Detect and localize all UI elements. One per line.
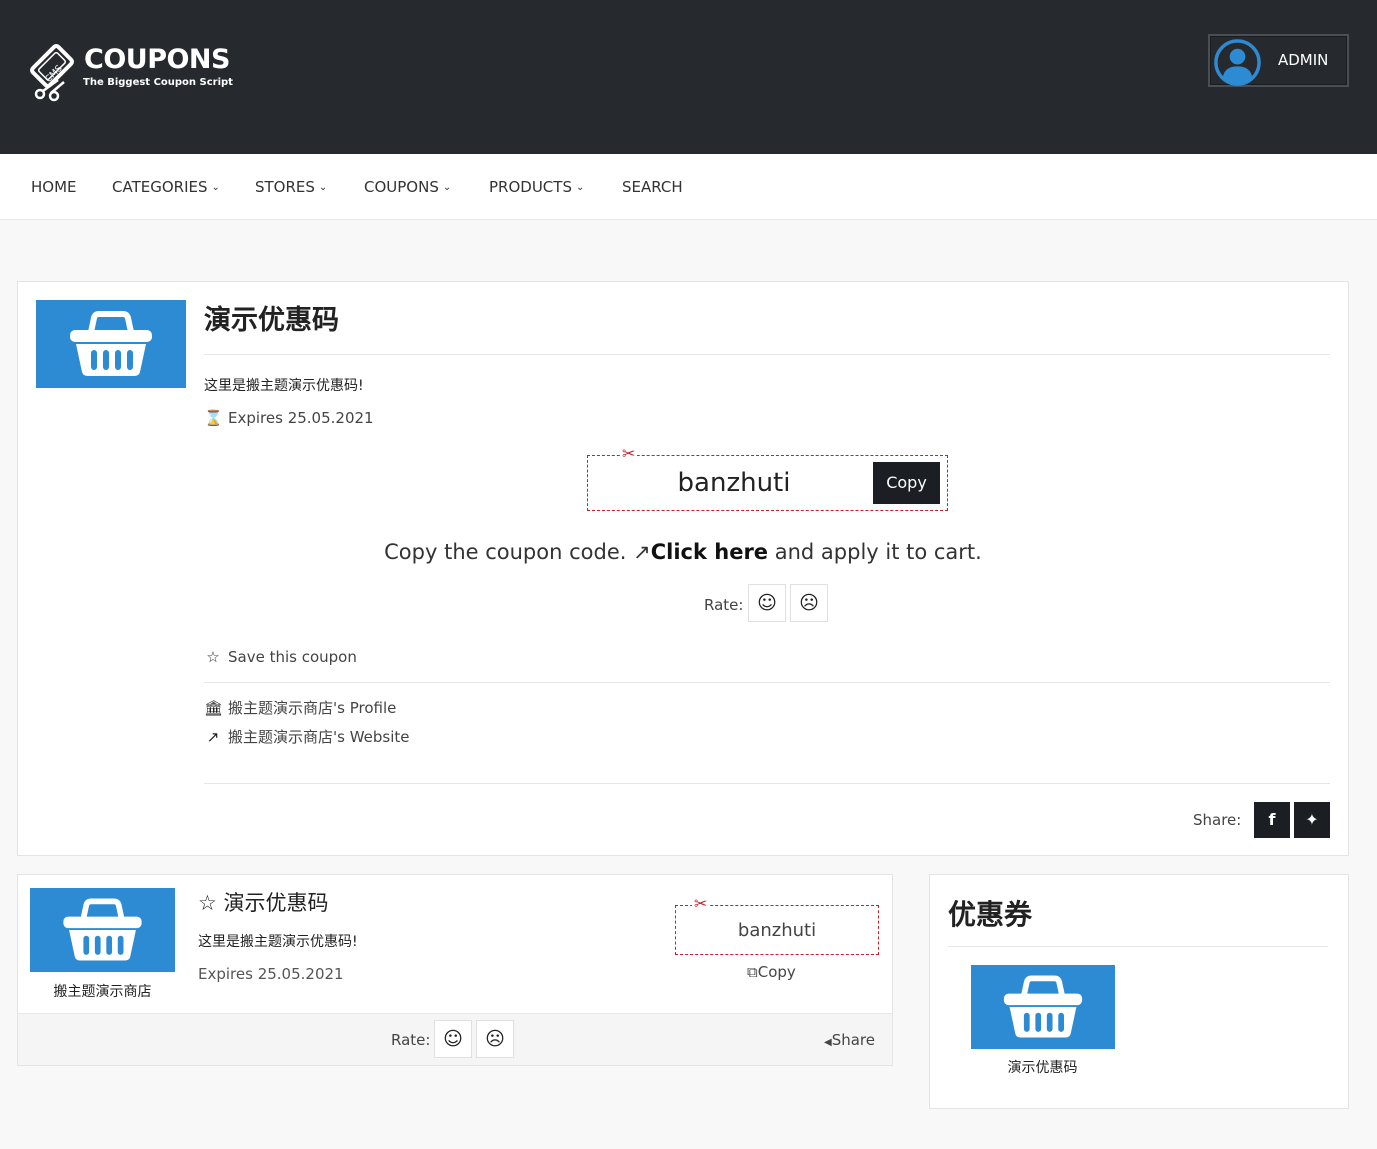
frown-icon: ☹ <box>799 592 819 614</box>
listing-description: 这里是搬主题演示优惠码! <box>198 934 358 950</box>
divider <box>204 354 1330 355</box>
star-outline-icon: ☆ <box>206 648 220 666</box>
twitter-icon: ✦ <box>1305 810 1319 829</box>
bank-icon: 🏛 <box>204 699 224 717</box>
nav-home[interactable]: HOME <box>31 178 77 196</box>
divider <box>204 682 1330 683</box>
store-profile-link[interactable]: 🏛 搬主题演示商店's Profile <box>204 697 396 718</box>
coupon-instruction: Copy the coupon code. ↗Click here and ap… <box>384 540 982 564</box>
listing-expiry: Expires 25.05.2021 <box>198 965 344 983</box>
admin-label: ADMIN <box>1278 51 1329 69</box>
coupon-detail-card: 演示优惠码 这里是搬主题演示优惠码! ⌛ Expires 25.05.2021 ✂… <box>17 281 1349 856</box>
rate-up-button[interactable]: ☺ <box>434 1020 472 1058</box>
listing-title[interactable]: ☆ 演示优惠码 <box>198 887 329 917</box>
listing-footer: Rate: ☺ ☹ ◀Share <box>18 1013 892 1065</box>
coupon-thumbnail[interactable] <box>36 300 186 388</box>
listing-thumbnail[interactable] <box>30 888 175 972</box>
external-link-icon: ↗ <box>206 728 220 746</box>
star-outline-icon[interactable]: ☆ <box>198 891 217 915</box>
smile-icon: ☺ <box>443 1028 463 1050</box>
listing-store-name[interactable]: 搬主题演示商店 <box>30 981 175 1001</box>
copy-code-button[interactable]: Copy <box>873 462 940 504</box>
coupon-description: 这里是搬主题演示优惠码! <box>204 378 364 394</box>
listing-code: banzhuti <box>737 920 817 941</box>
basket-icon <box>70 311 152 376</box>
external-link-icon: ↗ <box>633 540 651 564</box>
share-twitter-button[interactable]: ✦ <box>1294 802 1330 838</box>
coupon-code: banzhuti <box>677 468 791 498</box>
rate-label: Rate: <box>391 1031 431 1049</box>
coupon-expiry: ⌛ Expires 25.05.2021 <box>204 409 374 427</box>
sidebar-widget: 优惠券 演示优惠码 <box>929 874 1349 1109</box>
coupon-title: 演示优惠码 <box>204 305 339 336</box>
frown-icon: ☹ <box>485 1028 505 1050</box>
sidebar-item-caption[interactable]: 演示优惠码 <box>970 1057 1115 1077</box>
scissors-icon: ✂ <box>620 444 638 463</box>
sidebar-title: 优惠券 <box>948 898 1033 931</box>
save-coupon-link[interactable]: ☆ Save this coupon <box>204 648 357 666</box>
nav-products[interactable]: PRODUCTS ⌄ <box>489 178 584 196</box>
rate-label: Rate: <box>704 596 744 614</box>
rate-down-button[interactable]: ☹ <box>476 1020 514 1058</box>
site-logo[interactable]: CMS COUPONS The Biggest Coupon Script <box>24 38 234 104</box>
coupon-list-item: 搬主题演示商店 ☆ 演示优惠码 这里是搬主题演示优惠码! Expires 25.… <box>17 874 893 1066</box>
share-facebook-button[interactable]: f <box>1254 802 1290 838</box>
rate-down-button[interactable]: ☹ <box>790 584 828 622</box>
nav-coupons[interactable]: COUPONS ⌄ <box>364 178 451 196</box>
hourglass-icon: ⌛ <box>204 409 223 427</box>
caret-left-icon: ◀ <box>824 1037 832 1048</box>
logo-subtitle: The Biggest Coupon Script <box>83 77 233 88</box>
nav-categories[interactable]: CATEGORIES ⌄ <box>112 178 220 196</box>
site-header: CMS COUPONS The Biggest Coupon Script AD… <box>0 0 1377 154</box>
admin-account-button[interactable]: ADMIN <box>1208 34 1349 87</box>
click-here-link[interactable]: Click here <box>651 540 768 564</box>
listing-share-link[interactable]: ◀Share <box>824 1031 875 1049</box>
chevron-down-icon: ⌄ <box>318 182 328 193</box>
nav-search[interactable]: SEARCH <box>622 178 683 196</box>
smile-icon: ☺ <box>757 592 777 614</box>
divider <box>204 783 1330 784</box>
nav-stores[interactable]: STORES ⌄ <box>255 178 327 196</box>
share-label: Share: <box>1193 811 1242 829</box>
chevron-down-icon: ⌄ <box>575 182 585 193</box>
rate-up-button[interactable]: ☺ <box>748 584 786 622</box>
copy-icon: ⧉ <box>747 963 758 981</box>
main-nav: HOME CATEGORIES ⌄ STORES ⌄ COUPONS ⌄ PRODUC… <box>0 154 1377 220</box>
store-website-link[interactable]: ↗ 搬主题演示商店's Website <box>204 726 410 747</box>
chevron-down-icon: ⌄ <box>442 182 452 193</box>
logo-title: COUPONS <box>84 44 230 75</box>
coupon-code-box[interactable]: ✂ banzhuti Copy <box>587 446 948 511</box>
chevron-down-icon: ⌄ <box>211 182 220 193</box>
user-avatar-icon <box>1214 39 1261 86</box>
scissors-icon: ✂ <box>692 894 710 913</box>
listing-copy-link[interactable]: ⧉Copy <box>747 963 796 981</box>
basket-icon <box>63 898 142 961</box>
divider <box>948 946 1328 947</box>
basket-icon <box>1003 975 1083 1038</box>
listing-code-box[interactable]: ✂ banzhuti <box>675 896 879 955</box>
logo-scissors-icon: CMS <box>30 44 74 102</box>
facebook-icon: f <box>1268 810 1276 829</box>
sidebar-item-thumbnail[interactable] <box>971 965 1115 1049</box>
